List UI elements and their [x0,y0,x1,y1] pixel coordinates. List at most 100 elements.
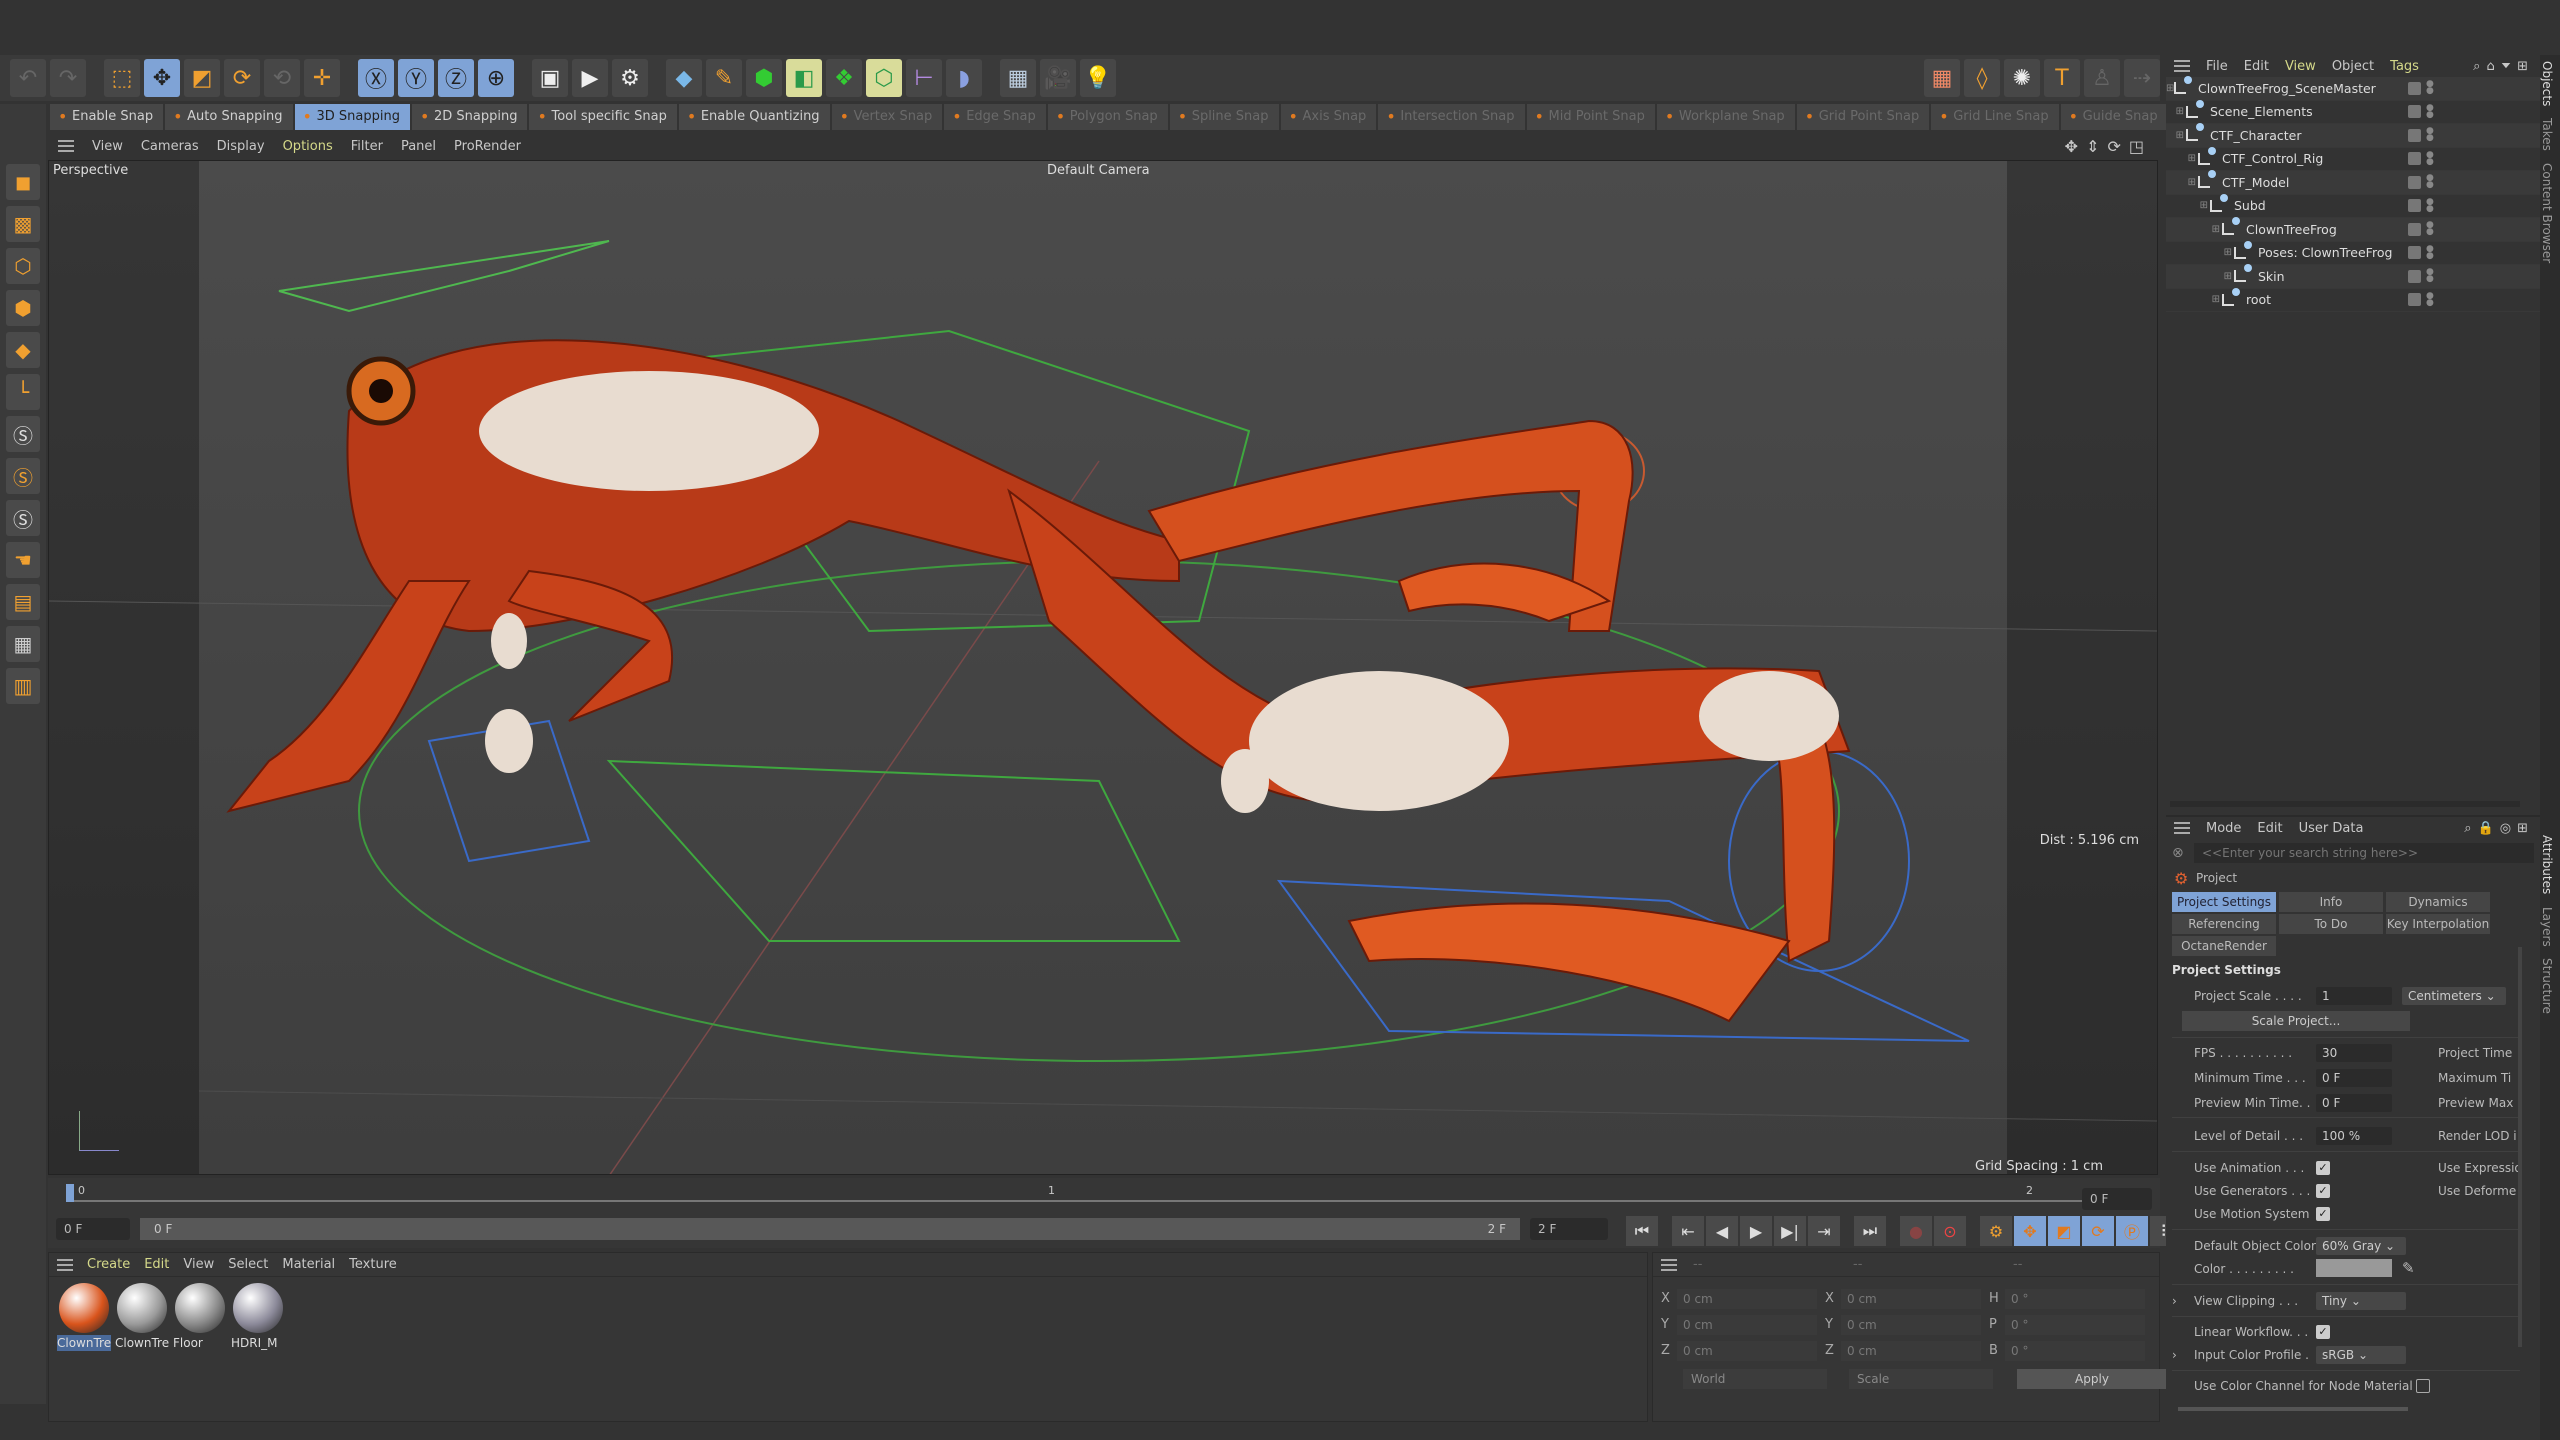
use-motion-checkbox[interactable]: ✓ [2316,1207,2330,1221]
viewport-perspective[interactable]: Perspective Default Camera Dist : 5.196 … [48,160,2158,1175]
side-tab-objects[interactable]: Objects [2540,55,2554,112]
prev-key-icon[interactable]: ⇤ [1672,1216,1704,1246]
fps-field[interactable]: 30 [2316,1044,2392,1062]
key-parameter-icon[interactable]: Ⓟ [2116,1216,2148,1246]
input-profile-dropdown[interactable]: sRGB ⌄ [2316,1346,2406,1364]
texture-mode-icon[interactable]: ▩ [6,206,40,242]
scale-project-button[interactable]: Scale Project... [2182,1011,2410,1031]
go-to-end-icon[interactable]: ⏭ [1854,1216,1886,1246]
rot-h-field[interactable]: 0 ° [2005,1289,2145,1309]
model-mode-icon[interactable]: ◼ [6,164,40,200]
layer-visibility-icon[interactable] [2408,222,2421,236]
tweak-icon[interactable]: ☚ [6,542,40,578]
lod-field[interactable]: 100 % [2316,1127,2392,1145]
key-scale-icon[interactable]: ◩ [2048,1216,2080,1246]
pos-z-field[interactable]: 0 cm [1677,1341,1817,1361]
object-row[interactable]: ⊞ Poses: ClownTreeFrog ● ● [2166,240,2540,265]
object-row[interactable]: ⊞ Subd ● ● [2166,193,2540,218]
bodypaint-icon[interactable]: ▦ [1924,59,1960,97]
layer-visibility-icon[interactable] [2408,105,2421,119]
light-icon[interactable]: 💡 [1080,59,1116,97]
render-visibility-dots[interactable]: ● ● [2426,221,2434,237]
viewport-menu-icon[interactable] [58,140,74,152]
use-animation-checkbox[interactable]: ✓ [2316,1161,2330,1175]
tab-key-interpolation[interactable]: Key Interpolation [2386,914,2490,934]
render-visibility-dots[interactable]: ● ● [2426,103,2434,119]
render-visibility-dots[interactable]: ● ● [2426,80,2434,96]
snap-mid-point-snap[interactable]: Mid Point Snap [1526,104,1655,130]
side-tab-takes[interactable]: Takes [2540,112,2554,157]
layer-visibility-icon[interactable] [2408,293,2421,307]
camera-label[interactable]: Default Camera [1047,163,1150,178]
text-icon[interactable]: T [2044,59,2080,97]
render-visibility-dots[interactable]: ● ● [2426,150,2434,166]
scale-icon[interactable]: ◩ [184,59,220,97]
menu-select[interactable]: Select [228,1257,268,1272]
current-frame-field[interactable]: 0 F [2082,1188,2152,1210]
tab-to-do[interactable]: To Do [2279,914,2383,934]
expand-toggle-icon[interactable]: ⊞ [2166,271,2234,282]
cube-icon[interactable]: ◆ [666,59,702,97]
undo-icon[interactable]: ↶ [10,59,46,97]
snap-2d-snapping[interactable]: 2D Snapping [412,104,528,130]
render-visibility-dots[interactable]: ● ● [2426,268,2434,284]
floor-icon[interactable]: ▦ [1000,59,1036,97]
menu-tags[interactable]: Tags [2390,59,2419,74]
attr-tools-icons[interactable]: ⌕🔒◎⊞ [2464,821,2540,836]
node-material-checkbox[interactable] [2416,1379,2430,1393]
snap-3d-snapping[interactable]: 3D Snapping [294,104,410,130]
snap-tool-specific-snap[interactable]: Tool specific Snap [529,104,677,130]
snap-auto-snapping[interactable]: Auto Snapping [165,104,293,130]
object-row[interactable]: ⊞ CTF_Character ● ● [2166,123,2540,148]
attr-hscrollbar[interactable] [2178,1407,2408,1411]
solo-off-icon[interactable]: Ⓢ [6,500,40,536]
snap-enable-snap[interactable]: Enable Snap [50,104,164,130]
y-axis-lock-icon[interactable]: Ⓨ [398,59,434,97]
snap-grid-line-snap[interactable]: Grid Line Snap [1931,104,2059,130]
menu-view[interactable]: View [92,139,123,154]
clear-search-icon[interactable]: ⊗ [2172,845,2184,861]
unit-dropdown[interactable]: Centimeters ⌄ [2402,987,2506,1005]
eyedropper-icon[interactable]: ✎ [2402,1259,2415,1277]
deformer-icon[interactable]: ◗ [946,59,982,97]
pos-y-field[interactable]: 0 cm [1677,1315,1817,1335]
snap-intersection-snap[interactable]: Intersection Snap [1378,104,1525,130]
tab-octanerender[interactable]: OctaneRender [2172,936,2276,956]
object-hscrollbar[interactable] [2170,801,2520,807]
prev-frame-icon[interactable]: ◀ [1706,1216,1738,1246]
expand-toggle-icon[interactable]: ⊞ [2166,106,2186,117]
snap-edge-snap[interactable]: Edge Snap [944,104,1046,130]
character-icon[interactable]: ♙ [2084,59,2120,97]
rotate-icon[interactable]: ⟳ [224,59,260,97]
snap-guide-snap[interactable]: Guide Snap [2060,104,2168,130]
apply-button[interactable]: Apply [2017,1369,2167,1389]
autokey-icon[interactable]: ⊙ [1934,1216,1966,1246]
snap-grid-point-snap[interactable]: Grid Point Snap [1796,104,1930,130]
layer-visibility-icon[interactable] [2408,175,2421,189]
menu-view[interactable]: View [183,1257,214,1272]
object-row[interactable]: ⊞ ClownTreeFrog_SceneMaster ● ● [2166,76,2540,101]
render-visibility-dots[interactable]: ● ● [2426,244,2434,260]
next-key-icon[interactable]: ⇥ [1808,1216,1840,1246]
locked-workplane-icon[interactable]: ▥ [6,668,40,704]
key-rotation-icon[interactable]: ⟳ [2082,1216,2114,1246]
render-picture-viewer-icon[interactable]: ▶ [572,59,608,97]
tab-project-settings[interactable]: Project Settings [2172,892,2276,912]
render-visibility-dots[interactable]: ● ● [2426,291,2434,307]
menu-file[interactable]: File [2206,59,2228,74]
preview-min-field[interactable]: 0 F [2316,1094,2392,1112]
tab-info[interactable]: Info [2279,892,2383,912]
live-selection-icon[interactable]: ⬚ [104,59,140,97]
rot-p-field[interactable]: 0 ° [2005,1315,2145,1335]
xyz-icon[interactable]: ⇢ [2124,59,2160,97]
timeline-ruler[interactable] [68,1200,2130,1202]
plus-move-icon[interactable]: ✛ [304,59,340,97]
object-row[interactable]: ⊞ CTF_Model ● ● [2166,170,2540,195]
move-icon[interactable]: ✥ [144,59,180,97]
menu-display[interactable]: Display [217,139,265,154]
render-visibility-dots[interactable]: ● ● [2426,197,2434,213]
material-item[interactable]: ClownTre [115,1281,169,1351]
preview-range-slider[interactable]: 0 F 2 F [140,1218,1520,1240]
record-keys-icon[interactable]: ● [1900,1216,1932,1246]
snap-enable-quantizing[interactable]: Enable Quantizing [678,104,830,130]
